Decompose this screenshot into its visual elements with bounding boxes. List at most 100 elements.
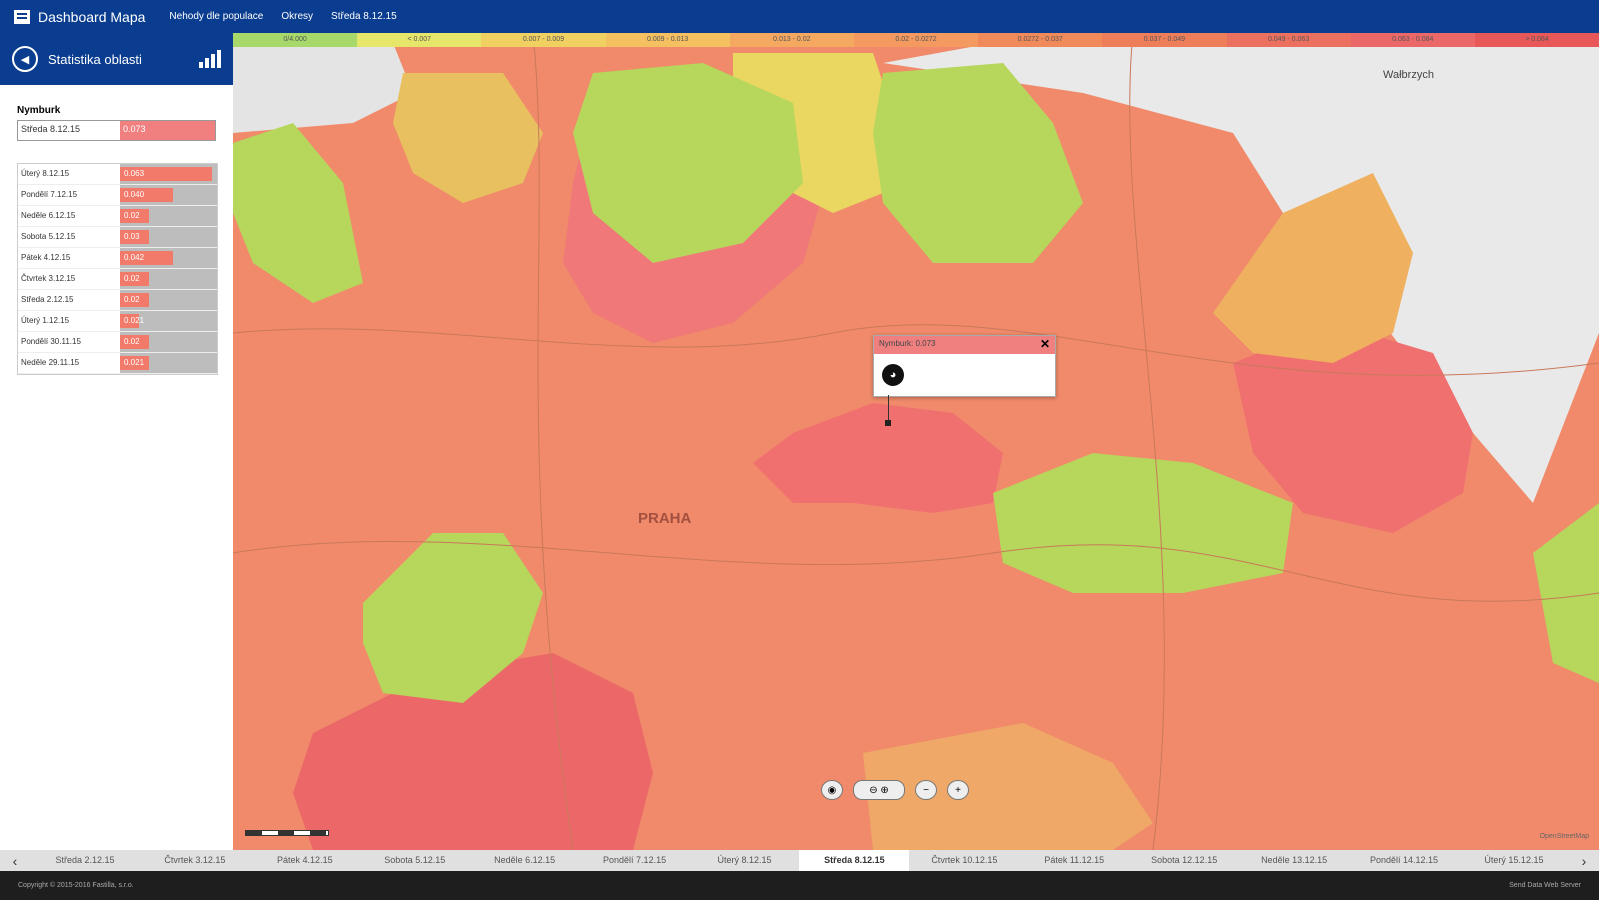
table-row[interactable]: Čtvrtek 3.12.15 0.02 [18, 269, 217, 290]
footer-link[interactable]: Send Data Web Server [1509, 882, 1581, 889]
timeline-item[interactable]: Pondělí 14.12.15 [1349, 850, 1459, 871]
row-date: Úterý 1.12.15 [21, 316, 70, 325]
row-value: 0.063 [124, 169, 145, 178]
nav-item-okresy[interactable]: Okresy [281, 11, 313, 22]
table-row[interactable]: Sobota 5.12.15 0.03 [18, 227, 217, 248]
map-controls: ◉ ⊖ ⊕ − + [821, 780, 969, 800]
row-date: Čtvrtek 3.12.15 [21, 274, 76, 283]
timeline-item[interactable]: Sobota 5.12.15 [360, 850, 470, 871]
row-value: 0.03 [124, 232, 140, 241]
row-bar: 0.063 [120, 164, 217, 184]
legend-item: 0/4.000 [233, 33, 358, 47]
timeline-item[interactable]: Středa 2.12.15 [30, 850, 140, 871]
row-date: Sobota 5.12.15 [21, 232, 76, 241]
popup-title: Nymburk: 0.073 [879, 339, 936, 348]
timeline-item[interactable]: Pondělí 7.12.15 [580, 850, 690, 871]
row-bar: 0.02 [120, 206, 217, 226]
row-bar: 0.040 [120, 185, 217, 205]
legend-item: 0.007 - 0.009 [481, 33, 606, 47]
row-bar: 0.042 [120, 248, 217, 268]
info-icon[interactable]: ◕ [882, 364, 904, 386]
row-date: Neděle 29.11.15 [21, 358, 80, 367]
selected-date: Středa 8.12.15 [21, 124, 81, 134]
table-row[interactable]: Neděle 29.11.15 0.021 [18, 353, 217, 374]
panel-title: Statistika oblasti [48, 51, 142, 67]
timeline-item[interactable]: Neděle 13.12.15 [1239, 850, 1349, 871]
top-bar: Dashboard Mapa Nehody dle populace Okres… [0, 0, 1599, 33]
timeline-item[interactable]: Úterý 15.12.15 [1459, 850, 1569, 871]
timeline-item[interactable]: Pátek 11.12.15 [1019, 850, 1129, 871]
row-value: 0.02 [124, 274, 140, 283]
panel-header: ◀ Statistika oblasti [0, 33, 233, 85]
timeline-item[interactable]: Sobota 12.12.15 [1129, 850, 1239, 871]
timeline-prev-icon[interactable]: ‹ [0, 853, 30, 869]
popup-pointer [888, 395, 889, 421]
nav-item-date[interactable]: Středa 8.12.15 [331, 11, 397, 22]
row-bar: 0.021 [120, 311, 217, 331]
map-view[interactable]: 0/4.000 < 0.007 0.007 - 0.009 0.009 - 0.013… [233, 33, 1599, 850]
row-value: 0.02 [124, 337, 140, 346]
timeline-item[interactable]: Čtvrtek 3.12.15 [140, 850, 250, 871]
row-value: 0.021 [124, 316, 145, 325]
row-bar: 0.03 [120, 227, 217, 247]
legend-item: > 0.084 [1474, 33, 1599, 47]
legend-item: 0.049 - 0.063 [1226, 33, 1351, 47]
timeline-items: Středa 2.12.15 Čtvrtek 3.12.15 Pátek 4.12.… [30, 850, 1569, 871]
table-row[interactable]: Úterý 8.12.15 0.063 [18, 164, 217, 185]
row-date: Pondělí 7.12.15 [21, 190, 78, 199]
row-value: 0.02 [124, 295, 140, 304]
timeline-item[interactable]: Středa 8.12.15 [799, 850, 910, 871]
row-date: Pondělí 30.11.15 [21, 337, 81, 346]
table-row[interactable]: Pátek 4.12.15 0.042 [18, 248, 217, 269]
footer-copyright: Copyright © 2015-2016 Fastilla, s.r.o. [18, 882, 134, 889]
legend-item: 0.037 - 0.049 [1102, 33, 1227, 47]
footer: Copyright © 2015-2016 Fastilla, s.r.o. S… [0, 871, 1599, 900]
timeline-item[interactable]: Neděle 6.12.15 [470, 850, 580, 871]
scale-bar [245, 830, 329, 836]
timeline-item[interactable]: Čtvrtek 10.12.15 [909, 850, 1019, 871]
map-canvas[interactable]: PRAHA Wałbrzych [233, 33, 1599, 850]
legend-item: 0.02 - 0.0272 [853, 33, 979, 47]
timeline-item[interactable]: Pátek 4.12.15 [250, 850, 360, 871]
top-nav: Nehody dle populace Okresy Středa 8.12.1… [169, 11, 414, 22]
app-title: Dashboard Mapa [38, 8, 146, 25]
table-row[interactable]: Neděle 6.12.15 0.02 [18, 206, 217, 227]
table-row[interactable]: Pondělí 7.12.15 0.040 [18, 185, 217, 206]
close-icon[interactable]: ✕ [1040, 337, 1050, 351]
selected-value: 0.073 [120, 121, 215, 140]
region-popup: Nymburk: 0.073 ✕ ◕ [873, 335, 1056, 397]
timeline-item[interactable]: Úterý 8.12.15 [690, 850, 800, 871]
selected-value-row: Středa 8.12.15 0.073 [17, 120, 216, 141]
bar-chart-icon[interactable] [199, 50, 221, 68]
locate-icon[interactable]: ◉ [821, 780, 843, 800]
city-label-walbrzych: Wałbrzych [1383, 69, 1434, 81]
map-attribution: OpenStreetMap [1539, 833, 1589, 840]
zoom-out-icon[interactable]: − [915, 780, 937, 800]
timeline-next-icon[interactable]: › [1569, 853, 1599, 869]
back-icon[interactable]: ◀ [12, 46, 38, 72]
zoom-in-icon[interactable]: + [947, 780, 969, 800]
popup-anchor [885, 420, 891, 426]
row-date: Středa 2.12.15 [21, 295, 74, 304]
table-row[interactable]: Středa 2.12.15 0.02 [18, 290, 217, 311]
legend-item: 0.009 - 0.013 [605, 33, 730, 47]
row-date: Úterý 8.12.15 [21, 169, 70, 178]
zoom-slider[interactable]: ⊖ ⊕ [853, 780, 905, 800]
map-legend: 0/4.000 < 0.007 0.007 - 0.009 0.009 - 0.013… [233, 33, 1599, 47]
app-logo[interactable]: Dashboard Mapa [14, 9, 145, 25]
row-value: 0.042 [124, 253, 145, 262]
table-row[interactable]: Pondělí 30.11.15 0.02 [18, 332, 217, 353]
legend-item: 0.063 - 0.084 [1350, 33, 1475, 47]
row-date: Neděle 6.12.15 [21, 211, 76, 220]
popup-header: Nymburk: 0.073 ✕ [874, 336, 1055, 354]
logo-icon [14, 9, 30, 24]
row-date: Pátek 4.12.15 [21, 253, 71, 262]
city-label-praha: PRAHA [638, 510, 692, 527]
row-value: 0.02 [124, 211, 140, 220]
row-value: 0.021 [124, 358, 145, 367]
row-bar: 0.02 [120, 332, 217, 352]
row-value: 0.040 [124, 190, 145, 199]
sidebar: ◀ Statistika oblasti Nymburk Středa 8.12… [0, 33, 234, 850]
nav-item-nehody[interactable]: Nehody dle populace [169, 11, 263, 22]
table-row[interactable]: Úterý 1.12.15 0.021 [18, 311, 217, 332]
